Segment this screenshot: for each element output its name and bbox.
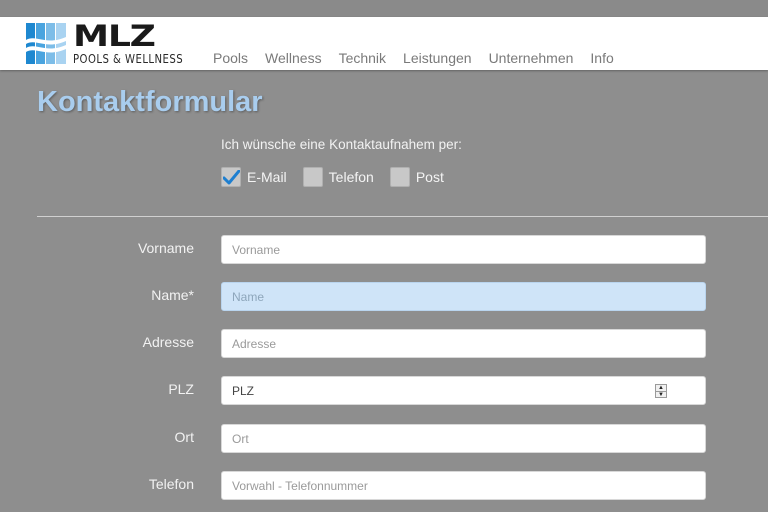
adresse-label: Adresse [142,334,194,350]
waves-pillars-logo-icon [26,23,66,64]
page-title: Kontaktformular [37,86,263,118]
nav-technik[interactable]: Technik [339,50,386,66]
name-input[interactable] [221,282,706,311]
site-logo[interactable]: MLZ POOLS & WELLNESS [26,22,195,66]
spinner-down-icon[interactable]: ▼ [656,391,666,398]
nav-leistungen[interactable]: Leistungen [403,50,472,66]
logo-tagline: POOLS & WELLNESS [73,51,184,66]
checkbox-post-box[interactable] [389,167,410,187]
contact-method-question: Ich wünsche eine Kontaktaufnahem per: [221,137,462,152]
checkbox-email-label: E-Mail [247,169,287,185]
vorname-label: Vorname [137,240,194,256]
checkbox-post[interactable]: Post [389,167,444,187]
telefon-input[interactable] [221,471,706,500]
telefon-label: Telefon [148,476,194,492]
form-row-name: Name* [0,282,768,311]
plz-input[interactable] [221,376,706,405]
nav-pools[interactable]: Pools [213,50,248,66]
nav-unternehmen[interactable]: Unternehmen [489,50,574,66]
form-row-adresse: Adresse [0,329,768,358]
site-header: MLZ POOLS & WELLNESS Pools Wellness Tech… [0,17,768,70]
nav-wellness[interactable]: Wellness [265,50,322,66]
plz-spinner[interactable]: ▲ ▼ [655,384,667,398]
checkbox-telefon-box[interactable] [302,167,323,187]
plz-label: PLZ [168,381,194,397]
form-row-vorname: Vorname [0,235,768,264]
nav-info[interactable]: Info [590,50,613,66]
form-row-telefon: Telefon [0,471,768,500]
form-row-plz: PLZ ▲ ▼ [0,376,768,405]
checkbox-post-label: Post [415,169,444,185]
checkbox-email[interactable]: E-Mail [221,167,287,187]
main-nav: Pools Wellness Technik Leistungen Untern… [213,50,631,66]
name-label: Name* [151,287,194,303]
vorname-input[interactable] [221,235,706,264]
ort-input[interactable] [221,424,706,453]
browser-top-strip [0,0,768,17]
checkbox-telefon-label: Telefon [328,169,374,185]
adresse-input[interactable] [221,329,706,358]
section-divider [37,216,768,217]
form-row-ort: Ort [0,424,768,453]
ort-label: Ort [174,429,194,445]
checkbox-email-box[interactable] [221,167,241,187]
logo-wordmark: MLZ [73,19,156,53]
contact-method-group: E-Mail Telefon Post [221,167,460,187]
checkbox-telefon[interactable]: Telefon [302,167,374,187]
checkmark-icon [223,170,240,185]
